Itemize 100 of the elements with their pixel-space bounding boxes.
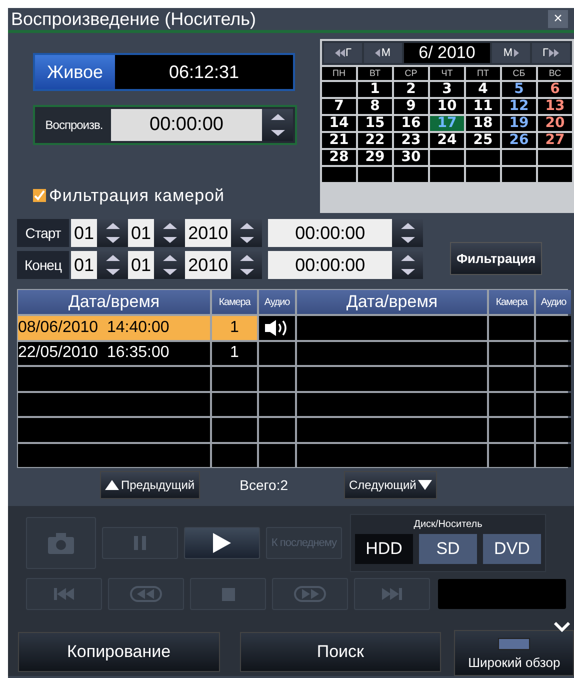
- date-time-cell[interactable]: 08/06/2010 14:40:00: [18, 316, 210, 340]
- live-button[interactable]: Живое: [35, 55, 115, 89]
- day-field[interactable]: 01: [71, 251, 98, 279]
- down-arrow-icon: [270, 130, 284, 136]
- column-header: Дата/время: [297, 290, 487, 314]
- up-arrow-icon: [162, 255, 177, 261]
- chevron-down-icon: [554, 622, 570, 632]
- disk-option-button[interactable]: SD: [419, 534, 477, 564]
- camera-filter-label: Фильтрация камерой: [49, 185, 225, 207]
- play-icon: [213, 533, 231, 553]
- filter-button[interactable]: Фильтрация: [450, 242, 542, 275]
- previous-month-button[interactable]: М: [364, 43, 402, 63]
- table-cell: [259, 367, 295, 390]
- next-month-button[interactable]: М: [492, 43, 530, 63]
- calendar-day[interactable]: 28: [322, 150, 356, 165]
- playback-time-field[interactable]: 00:00:00: [111, 109, 262, 141]
- up-arrow-icon: [400, 255, 415, 261]
- month-field[interactable]: 01: [128, 251, 154, 279]
- calendar-day[interactable]: 4: [466, 82, 500, 97]
- table-cell: [489, 392, 534, 416]
- disk-option-button[interactable]: HDD: [355, 534, 413, 564]
- skip-back-icon: [54, 588, 74, 600]
- play-button[interactable]: [184, 527, 260, 559]
- weekday-label: СР: [394, 67, 428, 80]
- spinner-button[interactable]: [392, 251, 424, 279]
- calendar-day[interactable]: 25: [466, 133, 500, 148]
- column-header: Камера: [489, 290, 534, 314]
- calendar-day[interactable]: 3: [430, 82, 464, 97]
- calendar-day[interactable]: 11: [466, 99, 500, 114]
- next-year-button[interactable]: Г: [532, 43, 570, 63]
- spinner-button[interactable]: [154, 219, 186, 247]
- day-field[interactable]: 01: [71, 219, 98, 247]
- calendar-day[interactable]: 24: [430, 133, 464, 148]
- calendar-day[interactable]: 12: [502, 99, 536, 114]
- calendar-day[interactable]: 10: [430, 99, 464, 114]
- month-field[interactable]: 01: [128, 219, 154, 247]
- calendar-day[interactable]: 21: [322, 133, 356, 148]
- spinner-button[interactable]: [392, 219, 424, 247]
- calendar-day[interactable]: 23: [394, 133, 428, 148]
- spinner-button[interactable]: [97, 219, 128, 247]
- calendar-empty-cell: [394, 167, 428, 182]
- calendar-day[interactable]: 7: [322, 99, 356, 114]
- weekday-label: ЧТ: [430, 67, 464, 80]
- year-field[interactable]: 2010: [185, 251, 232, 279]
- year-field[interactable]: 2010: [185, 219, 232, 247]
- calendar-day[interactable]: 27: [538, 133, 572, 148]
- previous-year-button[interactable]: Г: [324, 43, 362, 63]
- up-arrow-icon: [162, 223, 177, 229]
- calendar-day[interactable]: 15: [358, 116, 392, 131]
- calendar-day[interactable]: 16: [394, 116, 428, 131]
- next-button[interactable]: Следующий: [344, 471, 438, 499]
- table-cell: [536, 342, 571, 365]
- calendar-day[interactable]: 26: [502, 133, 536, 148]
- calendar-day[interactable]: 29: [358, 150, 392, 165]
- calendar-day[interactable]: 30: [394, 150, 428, 165]
- calendar-empty-cell: [358, 167, 392, 182]
- double-arrow-icon: [334, 49, 345, 57]
- previous-button[interactable]: Предыдущий: [100, 471, 200, 499]
- live-time: 06:12:31: [168, 60, 240, 84]
- calendar-day[interactable]: 20: [538, 116, 572, 131]
- close-button[interactable]: ×: [548, 10, 568, 28]
- spinner-button[interactable]: [154, 251, 186, 279]
- column-header: Дата/время: [18, 290, 210, 314]
- copy-button[interactable]: Копирование: [18, 632, 220, 672]
- calendar-empty-cell: [538, 150, 572, 165]
- spinner-button[interactable]: [262, 109, 293, 141]
- checkbox[interactable]: [33, 189, 46, 202]
- disk-option-button[interactable]: DVD: [483, 534, 541, 564]
- spinner-button[interactable]: [231, 251, 262, 279]
- wide-view-button[interactable]: Широкий обзор: [454, 630, 574, 676]
- spinner-button[interactable]: [97, 251, 128, 279]
- calendar-day[interactable]: 13: [538, 99, 572, 114]
- range-label: Конец: [17, 251, 69, 279]
- camera-icon: [46, 531, 76, 555]
- calendar-empty-cell: [538, 167, 572, 182]
- down-arrow-icon: [162, 269, 177, 275]
- calendar-empty-cell: [502, 167, 536, 182]
- calendar-day[interactable]: 6: [538, 82, 572, 97]
- table-cell: [536, 418, 571, 442]
- calendar-day[interactable]: 14: [322, 116, 356, 131]
- window-title: Воспроизведение (Носитель): [11, 8, 256, 31]
- calendar-empty-cell: [466, 167, 500, 182]
- calendar-day[interactable]: 18: [466, 116, 500, 131]
- weekday-label: ПТ: [466, 67, 500, 80]
- search-button[interactable]: Поиск: [240, 632, 442, 672]
- date-time-cell[interactable]: 22/05/2010 16:35:00: [18, 342, 210, 365]
- calendar-day[interactable]: 8: [358, 99, 392, 114]
- calendar-day[interactable]: 5: [502, 82, 536, 97]
- calendar-day[interactable]: 1: [358, 82, 392, 97]
- table-cell: [536, 367, 571, 390]
- time-field[interactable]: 00:00:00: [268, 251, 392, 279]
- month-label: 6/ 2010: [404, 43, 490, 63]
- calendar-day[interactable]: 9: [394, 99, 428, 114]
- calendar-day[interactable]: 22: [358, 133, 392, 148]
- screen-icon: [498, 638, 530, 650]
- down-arrow-icon: [240, 269, 254, 275]
- calendar-day[interactable]: 19: [502, 116, 536, 131]
- spinner-button[interactable]: [231, 219, 262, 247]
- time-field[interactable]: 00:00:00: [268, 219, 392, 247]
- calendar-day[interactable]: 2: [394, 82, 428, 97]
